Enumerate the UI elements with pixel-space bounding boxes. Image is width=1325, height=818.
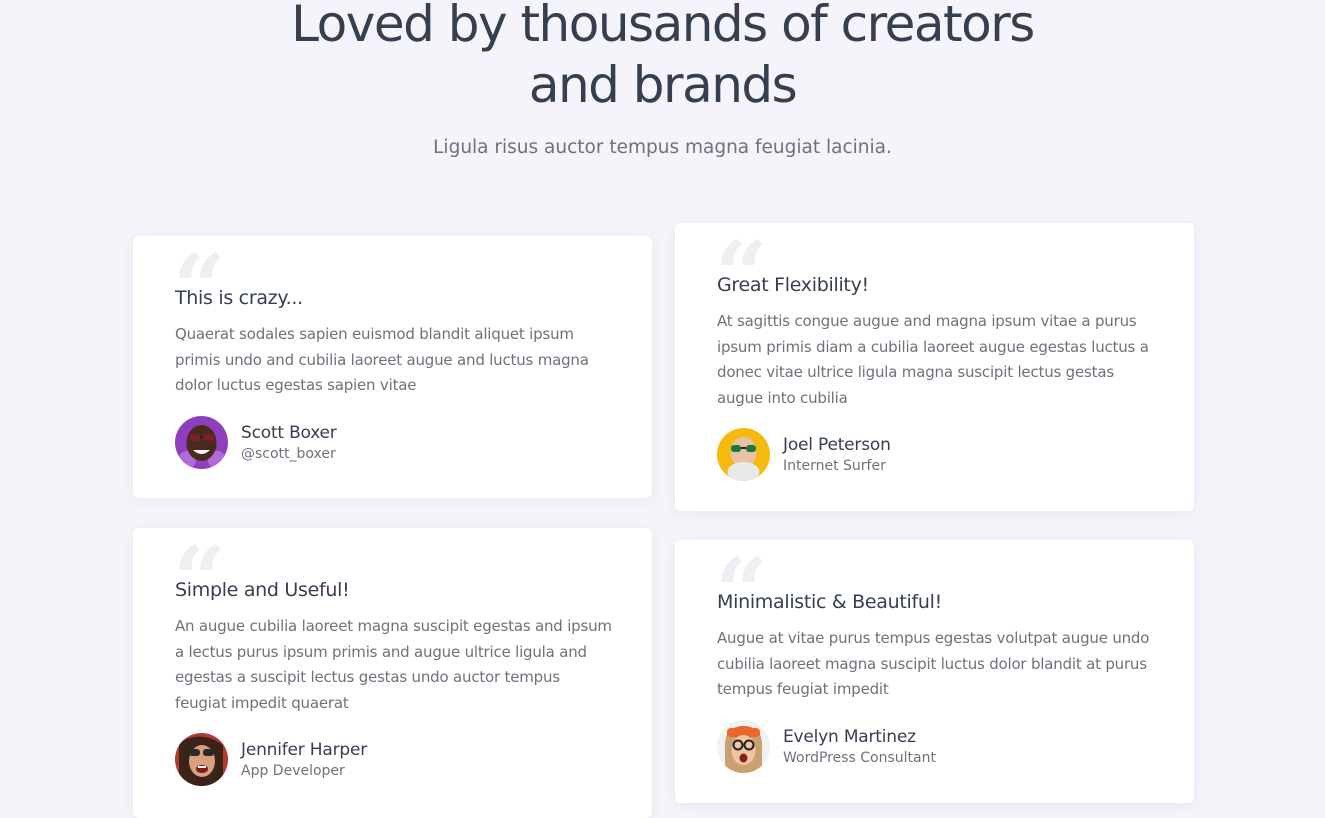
testimonial-title: Minimalistic & Beautiful! [717,591,942,613]
testimonial-author: Evelyn Martinez WordPress Consultant [717,720,936,773]
testimonial-title: This is crazy... [175,287,303,309]
section-title-line-2: and brands [528,56,798,114]
avatar [717,720,770,773]
avatar [175,733,228,786]
section-title-line-1: Loved by thousands of creators [291,0,1035,53]
testimonial-author: Joel Peterson Internet Surfer [717,428,891,481]
testimonial-text: Augue at vitae purus tempus egestas volu… [717,629,1150,698]
author-role: App Developer [241,763,345,779]
author-name: Evelyn Martinez [783,727,916,747]
testimonial-text: At sagittis congue augue and magna ipsum… [717,312,1149,407]
author-name: Jennifer Harper [241,740,368,760]
author-name: Joel Peterson [783,435,891,455]
section-subtitle: Ligula risus auctor tempus magna feugiat… [433,137,892,158]
testimonial-card: “ Simple and Useful! An augue cubilia la… [133,528,652,818]
testimonial-text: Quaerat sodales sapien euismod blandit a… [175,325,589,394]
author-role: @scott_boxer [241,446,336,462]
avatar [717,428,770,481]
testimonial-title: Simple and Useful! [175,579,350,601]
testimonial-card: “ Minimalistic & Beautiful! Augue at vit… [675,540,1194,803]
testimonial-text: An augue cubilia laoreet magna suscipit … [175,617,612,712]
testimonial-card: “ This is crazy... Quaerat sodales sapie… [133,236,652,498]
author-role: Internet Surfer [783,458,886,474]
testimonial-title: Great Flexibility! [717,274,869,296]
testimonial-card: “ Great Flexibility! At sagittis congue … [675,223,1194,511]
testimonial-author: Scott Boxer @scott_boxer [175,416,337,469]
avatar [175,416,228,469]
author-role: WordPress Consultant [783,750,936,766]
author-name: Scott Boxer [241,423,337,443]
testimonial-author: Jennifer Harper App Developer [175,733,367,786]
